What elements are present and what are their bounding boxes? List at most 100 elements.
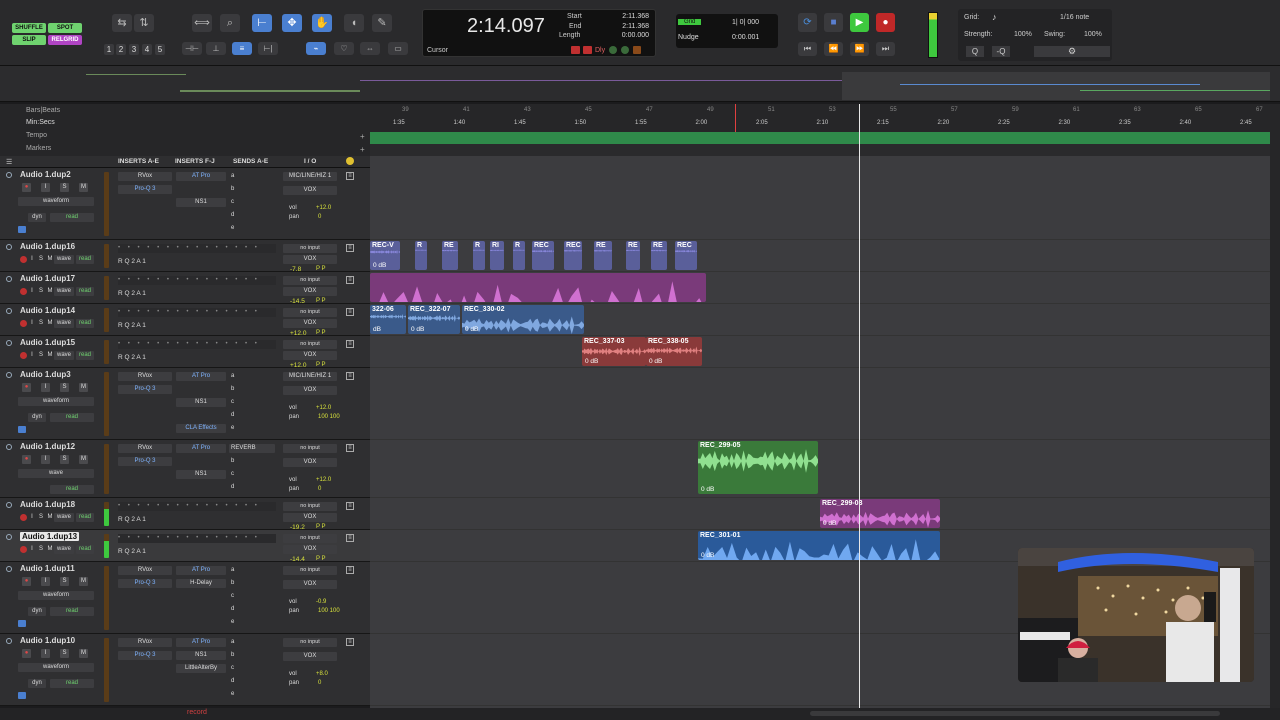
track-button-s[interactable]: S	[60, 455, 69, 464]
track-header[interactable]: Audio 1.dup16 I S Mwave read • • • • • • • • …	[0, 240, 370, 273]
insert-slot-a1[interactable]: RVox	[118, 566, 172, 575]
io-settings-icon[interactable]: ≡	[346, 276, 354, 284]
grabber-tool-icon[interactable]: ✋	[312, 14, 332, 32]
track-view-selector[interactable]: waveform	[18, 663, 94, 672]
input-selector[interactable]: no input	[283, 638, 337, 647]
automation-mode[interactable]: read	[50, 679, 94, 688]
track-button-i[interactable]: I	[41, 383, 50, 392]
record-enable-icon[interactable]	[20, 546, 27, 553]
pan-value[interactable]: 0	[318, 680, 321, 686]
insert-slot-a4[interactable]	[118, 605, 172, 614]
track-button-i[interactable]: I	[28, 351, 36, 360]
relgrid-mode-button[interactable]: RELGRID	[48, 35, 82, 45]
markers-ruler[interactable]	[370, 144, 1270, 156]
input-selector[interactable]: no input	[283, 566, 337, 575]
send-slot-3[interactable]: c	[229, 198, 275, 207]
input-selector[interactable]: no input	[283, 308, 337, 317]
tempo-add-icon[interactable]: +	[360, 132, 365, 141]
track-header[interactable]: Audio 1.dup11 ● I S Mwaveform dyn read RVox Pro-…	[0, 562, 370, 634]
track-header[interactable]: Audio 1.dup17 I S Mwave read • • • • • • • • …	[0, 272, 370, 305]
insert-slot-f3[interactable]	[176, 592, 226, 601]
insert-slot-a2[interactable]: Pro-Q 3	[118, 651, 172, 660]
insert-slot-a3[interactable]	[118, 664, 172, 673]
strength-value[interactable]: 100%	[1014, 31, 1032, 38]
send-slot-2[interactable]: b	[229, 651, 275, 660]
track-view-selector[interactable]: wave	[18, 469, 94, 478]
track-header[interactable]: Audio 1.dup18 I S Mwave read • • • • • • • • …	[0, 498, 370, 531]
audio-clip[interactable]: REC_322-07 0 dB	[408, 305, 460, 334]
selector-tool-icon[interactable]: ✥	[282, 14, 302, 32]
audio-clip[interactable]: REC_330-02 0 dB	[462, 305, 584, 334]
audio-clip[interactable]: REC	[564, 241, 582, 270]
length-value[interactable]: 0:00.000	[609, 32, 649, 39]
nudge-value[interactable]: 0:00.001	[732, 34, 759, 41]
insert-slot-a3[interactable]	[118, 470, 172, 479]
stop-button[interactable]: ■	[824, 13, 843, 32]
insert-slot-f4[interactable]	[176, 411, 226, 420]
track-button-m[interactable]: M	[79, 383, 88, 392]
groove-grid-value[interactable]: 1/16 note	[1060, 14, 1089, 21]
track-select-icon[interactable]	[6, 276, 12, 282]
pan-value[interactable]: 0	[318, 486, 321, 492]
send-slot-1[interactable]: a	[229, 566, 275, 575]
audio-clip[interactable]	[370, 273, 706, 302]
io-settings-icon[interactable]: ≡	[346, 502, 354, 510]
record-enable-icon[interactable]	[20, 514, 27, 521]
track-name[interactable]: Audio 1.dup10	[20, 636, 75, 645]
vertical-scrollbar[interactable]	[1270, 156, 1280, 708]
track-button-i[interactable]: I	[28, 255, 36, 264]
insert-slot-f3[interactable]: NS1	[176, 398, 226, 407]
zoom-in-icon[interactable]: ⇅	[134, 14, 154, 32]
spot-mode-button[interactable]: SPOT	[48, 23, 82, 33]
insert-slot-f4[interactable]	[176, 483, 226, 492]
track-header[interactable]: Audio 1.dup15 I S Mwave read • • • • • • • • …	[0, 336, 370, 369]
track-view-selector[interactable]: waveform	[18, 397, 94, 406]
insert-slot-f2[interactable]: H-Delay	[176, 579, 226, 588]
track-select-icon[interactable]	[6, 308, 12, 314]
track-view-selector[interactable]: wave	[54, 255, 74, 264]
automation-mode[interactable]: read	[50, 607, 94, 616]
automation-mode[interactable]: read	[50, 213, 94, 222]
insert-slots-collapsed[interactable]: • • • • • • • • • • • • • • •	[118, 534, 276, 543]
insertion-follows-icon[interactable]: ⊢|	[258, 42, 278, 55]
audio-clip[interactable]: R	[473, 241, 485, 270]
automation-mode[interactable]: read	[76, 287, 94, 296]
track-view-selector[interactable]: wave	[54, 319, 74, 328]
input-selector[interactable]: no input	[283, 444, 337, 453]
inserts-fj-header[interactable]: INSERTS F-J	[175, 158, 215, 165]
track-name[interactable]: Audio 1.dup14	[20, 306, 75, 315]
track-view-selector[interactable]: wave	[54, 287, 74, 296]
track-button-m[interactable]: M	[79, 577, 88, 586]
insert-slot-f1[interactable]: AT Pro	[176, 566, 226, 575]
track-header[interactable]: Audio 1.dup10 ● I S Mwaveform dyn read RVox Pro-…	[0, 634, 370, 706]
automation-mode[interactable]: read	[50, 413, 94, 422]
pan-value[interactable]: 0	[318, 214, 321, 220]
insert-slot-a3[interactable]	[118, 198, 172, 207]
quantize-minus-icon[interactable]: -Q	[992, 46, 1010, 57]
track-button-i[interactable]: I	[41, 183, 50, 192]
pencil-tool-icon[interactable]: ✎	[372, 14, 392, 32]
send-slot-2[interactable]: b	[229, 579, 275, 588]
insert-slot-f3[interactable]: NS1	[176, 470, 226, 479]
output-selector[interactable]: VOX	[283, 255, 337, 264]
audio-clip[interactable]: RE	[651, 241, 667, 270]
input-selector[interactable]: no input	[283, 276, 337, 285]
send-slot-3[interactable]: c	[229, 592, 275, 601]
track-button-i[interactable]: I	[28, 513, 36, 522]
track-select-icon[interactable]	[6, 566, 12, 572]
track-button-i[interactable]: I	[41, 649, 50, 658]
insert-slot-a2[interactable]: Pro-Q 3	[118, 385, 172, 394]
track-lane[interactable]	[370, 336, 1270, 368]
input-selector[interactable]: no input	[283, 340, 337, 349]
track-button-m[interactable]: M	[79, 183, 88, 192]
insert-slot-f1[interactable]: AT Pro	[176, 172, 226, 181]
track-header[interactable]: Audio 1.dup2 ● I S Mwaveform dyn read RVox Pro-Q…	[0, 168, 370, 240]
track-button-m[interactable]: M	[46, 287, 54, 296]
shuffle-mode-button[interactable]: SHUFFLE	[12, 23, 46, 33]
send-slot-5[interactable]: e	[229, 224, 275, 233]
return-to-zero-button[interactable]: ⏮	[798, 42, 817, 56]
zoom-out-icon[interactable]: ⇆	[112, 14, 132, 32]
insert-slot-a5[interactable]	[118, 690, 172, 699]
insert-slot-f2[interactable]	[176, 185, 226, 194]
send-slot-1[interactable]: a	[229, 172, 275, 181]
